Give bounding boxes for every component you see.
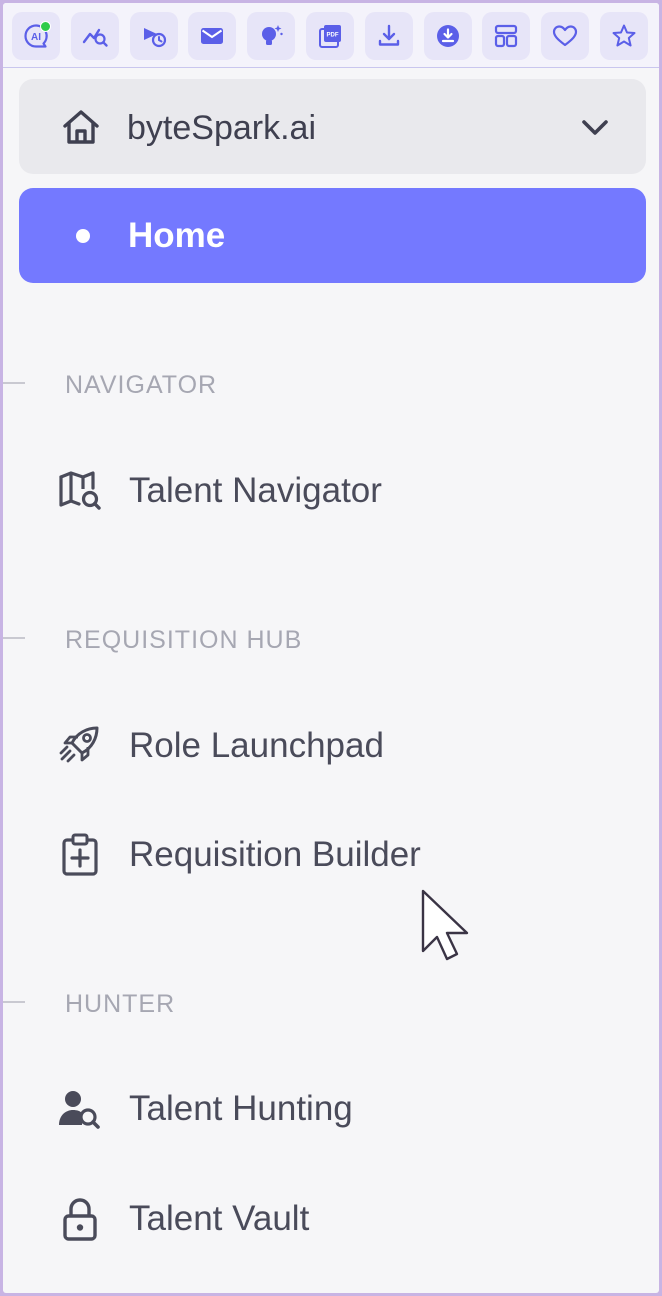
mail-icon [201, 28, 224, 44]
sidebar-item-role-launchpad[interactable]: Role Launchpad [43, 710, 623, 780]
download-icon [378, 24, 399, 46]
rocket-icon [59, 726, 99, 763]
layout-icon [495, 24, 518, 48]
home-icon [63, 110, 99, 144]
workspace-selector[interactable]: byteSpark.ai [19, 79, 646, 174]
idea-bulb-icon [262, 25, 283, 45]
ai-chat-button[interactable]: AI [12, 12, 60, 60]
history-button[interactable] [129, 12, 178, 60]
clipboard-plus-icon [62, 833, 98, 876]
section-title-navigator: NAVIGATOR [65, 371, 218, 399]
sidebar-item-talent-vault[interactable]: Talent Vault [43, 1183, 623, 1253]
section-title-hunter: HUNTER [65, 990, 176, 1018]
analytics-button[interactable] [70, 12, 119, 60]
pdf-icon: PDF [319, 25, 341, 48]
section-divider [3, 637, 25, 639]
sidebar-item-talent-navigator[interactable]: Talent Navigator [43, 455, 623, 525]
pdf-icon-text: PDF [327, 33, 339, 39]
sidebar-item-label: Role Launchpad [129, 726, 384, 765]
download-circle-icon [436, 25, 459, 47]
online-status-dot [40, 21, 51, 32]
user-search-icon [59, 1091, 100, 1129]
download-file-button[interactable] [423, 12, 472, 60]
sidebar-item-home[interactable]: Home [19, 188, 646, 283]
mouse-pointer-icon [421, 889, 469, 961]
section-divider [3, 382, 25, 384]
chevron-down-icon[interactable] [577, 109, 613, 145]
extension-toolbar: AI PDF [3, 3, 659, 68]
layout-button[interactable] [482, 12, 531, 60]
download-button[interactable] [364, 12, 413, 60]
star-icon [612, 24, 636, 47]
sidebar-item-label: Talent Navigator [129, 471, 382, 510]
sidebar-item-label: Requisition Builder [129, 835, 421, 874]
app-sidebar: AI PDF byteSpark.ai Home NAVIGATOR Talen… [3, 3, 659, 1293]
sidebar-item-requisition-builder[interactable]: Requisition Builder [43, 819, 623, 889]
pdf-button[interactable]: PDF [306, 12, 354, 60]
section-title-requisition-hub: REQUISITION HUB [65, 626, 303, 654]
section-divider [3, 1001, 25, 1003]
active-bullet [76, 229, 90, 243]
fast-history-icon [143, 28, 166, 48]
sidebar-item-label: Talent Hunting [129, 1089, 353, 1128]
bookmark-button[interactable] [600, 12, 648, 60]
ai-badge-text: AI [31, 32, 41, 43]
sidebar-item-label: Talent Vault [129, 1199, 310, 1238]
sidebar-item-label: Home [128, 216, 226, 255]
workspace-name: byteSpark.ai [127, 109, 316, 147]
idea-button[interactable] [247, 12, 296, 60]
favorite-button[interactable] [541, 12, 590, 60]
analytics-search-icon [82, 28, 108, 47]
map-search-icon [59, 471, 101, 510]
lock-icon [63, 1198, 97, 1241]
mail-button[interactable] [188, 12, 237, 60]
heart-icon [553, 25, 578, 47]
sidebar-item-talent-hunting[interactable]: Talent Hunting [43, 1073, 623, 1143]
